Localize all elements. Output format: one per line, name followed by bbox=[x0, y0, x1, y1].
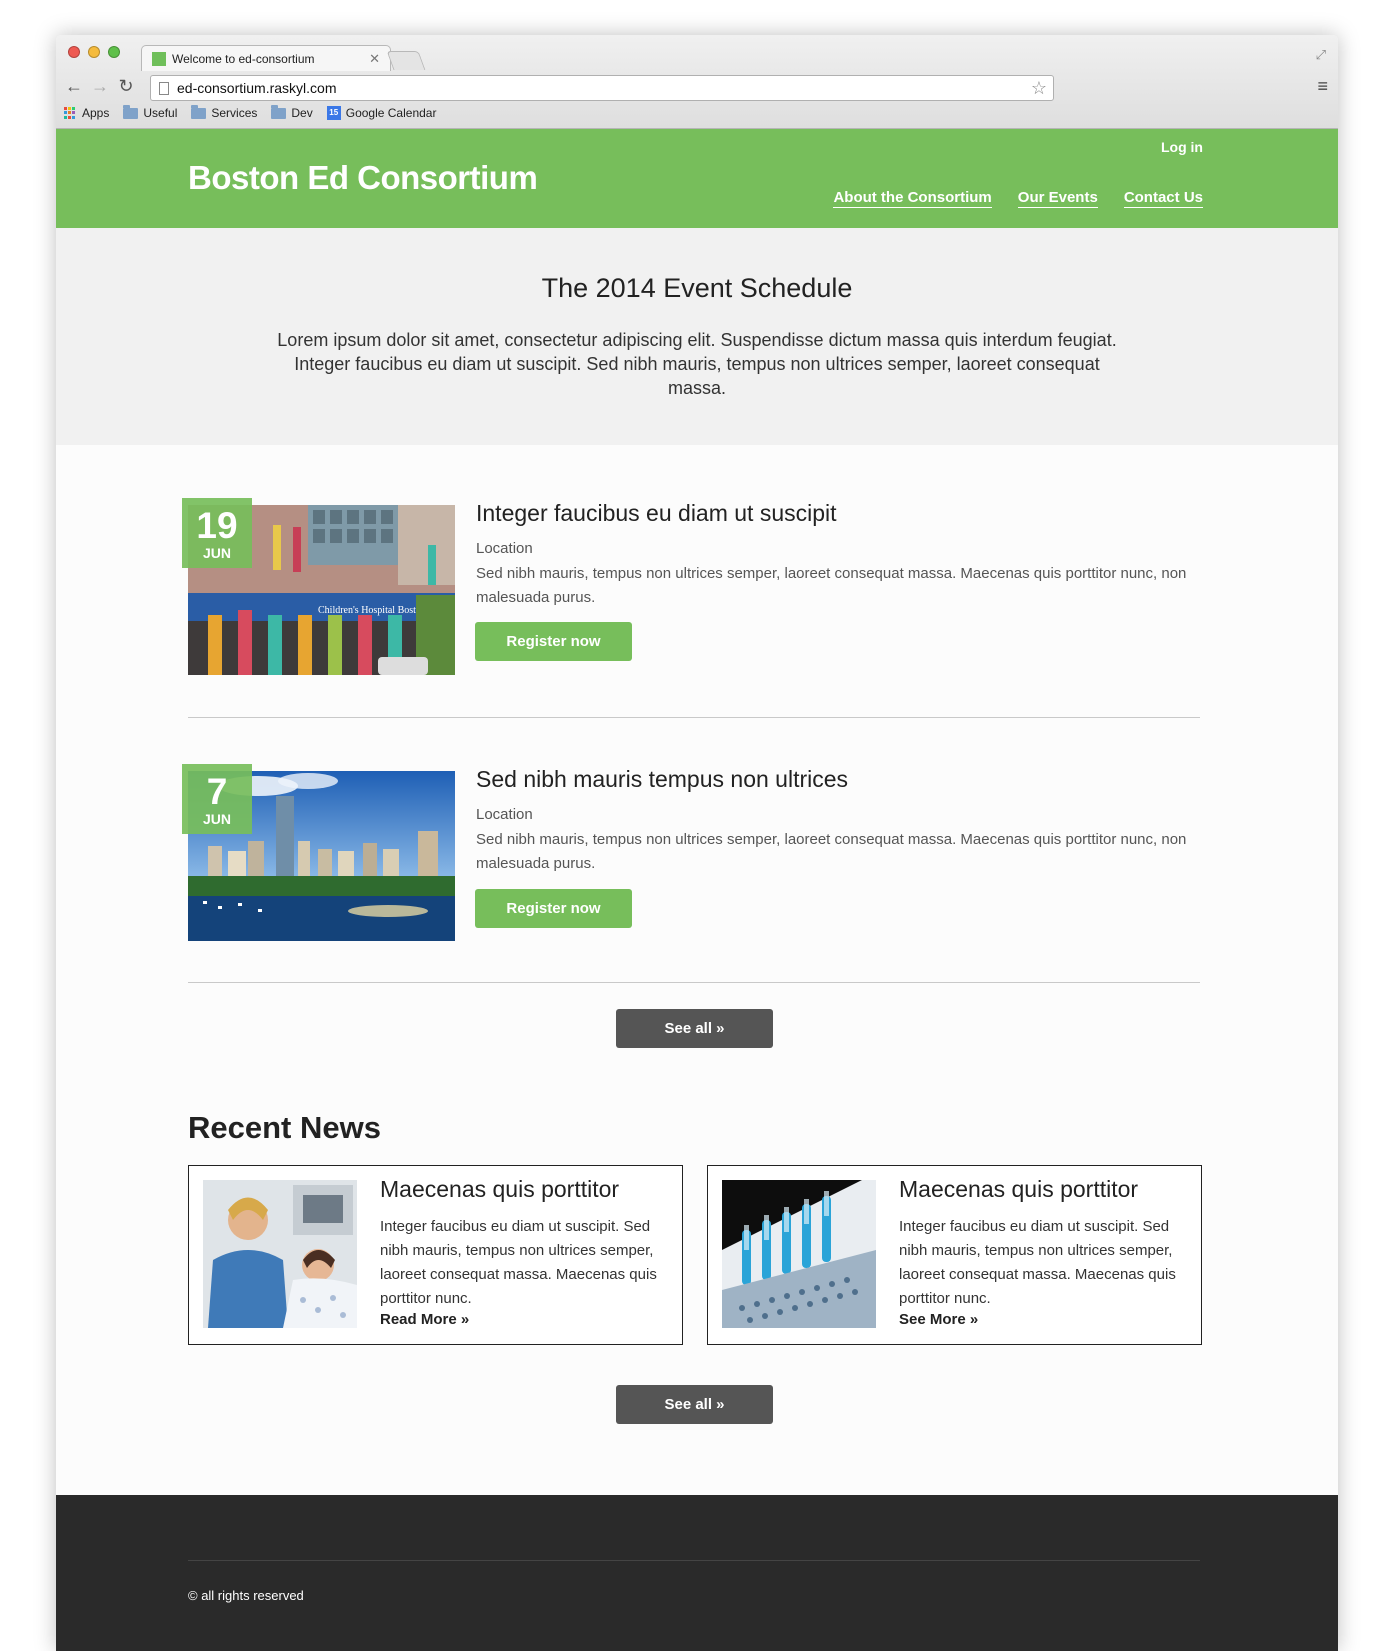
read-more-link[interactable]: Read More » bbox=[380, 1311, 469, 1328]
event-date-badge: 19 JUN bbox=[182, 498, 252, 568]
folder-icon bbox=[271, 104, 287, 119]
close-tab-icon[interactable]: ✕ bbox=[369, 51, 380, 67]
news-card: Maecenas quis porttitor Integer faucibus… bbox=[707, 1165, 1202, 1345]
bookmark-dev[interactable]: Dev bbox=[271, 104, 313, 120]
news-image bbox=[722, 1180, 876, 1328]
news-text: Integer faucibus eu diam ut suscipit. Se… bbox=[380, 1218, 657, 1307]
event-description: Sed nibh mauris, tempus non ultrices sem… bbox=[476, 831, 1187, 872]
folder-icon bbox=[123, 104, 139, 119]
hero-title: The 2014 Event Schedule bbox=[541, 273, 853, 303]
url-text[interactable]: ed-consortium.raskyl.com bbox=[177, 80, 1031, 96]
bookmark-services[interactable]: Services bbox=[191, 104, 258, 120]
news-title[interactable]: Maecenas quis porttitor bbox=[899, 1176, 1138, 1203]
event-title[interactable]: Sed nibh mauris tempus non ultrices bbox=[476, 766, 848, 793]
event-month: JUN bbox=[202, 545, 231, 561]
register-button[interactable]: Register now bbox=[475, 622, 632, 661]
folder-icon bbox=[191, 104, 207, 119]
nav-contact[interactable]: Contact Us bbox=[1123, 189, 1203, 208]
event-location: Location bbox=[476, 540, 533, 557]
main-nav: About the Consortium Our Events Contact … bbox=[833, 189, 1203, 208]
see-more-link[interactable]: See More » bbox=[899, 1311, 978, 1328]
event-divider bbox=[188, 982, 1200, 983]
event-description: Sed nibh mauris, tempus non ultrices sem… bbox=[476, 565, 1187, 606]
page-icon bbox=[159, 81, 169, 95]
news-card: Maecenas quis porttitor Integer faucibus… bbox=[188, 1165, 683, 1345]
event-day: 19 bbox=[196, 505, 238, 546]
hero-text: Lorem ipsum dolor sit amet, consectetur … bbox=[277, 330, 1117, 398]
bookmark-label: Services bbox=[211, 106, 258, 120]
calendar-icon: 15 bbox=[326, 106, 341, 120]
news-title[interactable]: Maecenas quis porttitor bbox=[380, 1176, 619, 1203]
bookmarks-bar: Apps Useful Services Dev 15 Google Calen… bbox=[64, 103, 436, 123]
events-see-all-button[interactable]: See all » bbox=[616, 1009, 773, 1048]
login-link[interactable]: Log in bbox=[1161, 139, 1203, 155]
event-month: JUN bbox=[202, 811, 231, 827]
bookmark-label: Useful bbox=[143, 106, 178, 120]
bookmark-star-icon[interactable]: ☆ bbox=[1031, 78, 1047, 99]
window-controls bbox=[68, 46, 120, 58]
event-date-badge: 7 JUN bbox=[182, 764, 252, 834]
event-title[interactable]: Integer faucibus eu diam ut suscipit bbox=[476, 500, 837, 527]
bookmark-useful[interactable]: Useful bbox=[123, 104, 178, 120]
event-divider bbox=[188, 717, 1200, 718]
copyright-text: © all rights reserved bbox=[188, 1588, 304, 1603]
test-tubes-image bbox=[722, 1180, 876, 1328]
new-tab-button[interactable] bbox=[386, 51, 426, 70]
news-heading: Recent News bbox=[188, 1110, 381, 1145]
reload-icon[interactable]: ↻ bbox=[116, 76, 136, 97]
event-day: 7 bbox=[206, 771, 228, 812]
bookmark-google-calendar[interactable]: 15 Google Calendar bbox=[326, 106, 437, 120]
address-bar[interactable]: ed-consortium.raskyl.com ☆ bbox=[150, 75, 1054, 101]
footer-divider bbox=[188, 1560, 1200, 1561]
hospital-sign: Children's Hospital Boston bbox=[318, 605, 426, 616]
close-window-button[interactable] bbox=[68, 46, 80, 58]
zoom-window-button[interactable] bbox=[108, 46, 120, 58]
site-brand[interactable]: Boston Ed Consortium bbox=[188, 159, 538, 197]
hamburger-menu-icon[interactable]: ≡ bbox=[1317, 76, 1328, 97]
browser-tab[interactable]: Welcome to ed-consortium ✕ bbox=[141, 45, 391, 71]
register-button[interactable]: Register now bbox=[475, 889, 632, 928]
bookmark-label: Google Calendar bbox=[345, 106, 437, 120]
nav-events[interactable]: Our Events bbox=[1017, 189, 1098, 208]
news-image bbox=[203, 1180, 357, 1328]
fullscreen-icon[interactable]: ⤢ bbox=[1316, 47, 1326, 63]
minimize-window-button[interactable] bbox=[88, 46, 100, 58]
favicon-icon bbox=[152, 51, 166, 66]
news-see-all-button[interactable]: See all » bbox=[616, 1385, 773, 1424]
browser-chrome: Welcome to ed-consortium ✕ ⤢ ← → ↻ ed-co… bbox=[56, 35, 1338, 129]
bookmark-label: Dev bbox=[291, 106, 313, 120]
back-arrow-icon[interactable]: ← bbox=[64, 76, 84, 97]
site-footer: © all rights reserved bbox=[56, 1495, 1338, 1651]
event-location: Location bbox=[476, 806, 533, 823]
forward-arrow-icon[interactable]: → bbox=[90, 76, 110, 97]
apps-grid-icon bbox=[64, 106, 77, 120]
event-item: 7 JUN Sed nibh mauris tempus non ultrice… bbox=[182, 764, 1200, 974]
tab-title: Welcome to ed-consortium bbox=[172, 51, 315, 66]
event-item: Children's Hospital Boston 19 JUN Intege… bbox=[182, 498, 1200, 708]
nurse-patient-image bbox=[203, 1180, 357, 1328]
browser-window: Welcome to ed-consortium ✕ ⤢ ← → ↻ ed-co… bbox=[56, 35, 1338, 1651]
site-header: Boston Ed Consortium Log in About the Co… bbox=[56, 129, 1338, 228]
bookmark-label: Apps bbox=[82, 106, 110, 120]
news-text: Integer faucibus eu diam ut suscipit. Se… bbox=[899, 1218, 1176, 1307]
hero-section: The 2014 Event Schedule Lorem ipsum dolo… bbox=[56, 228, 1338, 445]
bookmark-apps[interactable]: Apps bbox=[64, 106, 109, 120]
nav-about[interactable]: About the Consortium bbox=[833, 189, 992, 208]
